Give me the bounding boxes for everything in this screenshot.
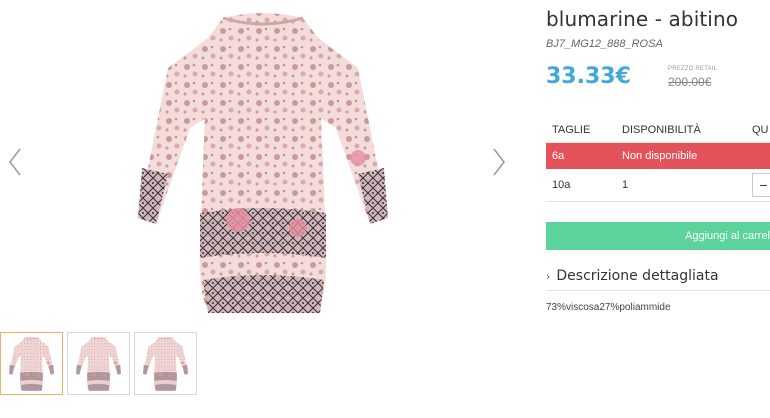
size-table-header: TAGLIE DISPONIBILITÀ QU [546, 118, 770, 143]
column-header-availability: DISPONIBILITÀ [616, 118, 746, 143]
product-sku: BJ7_MG12_888_ROSA [546, 38, 663, 50]
gallery-next-button[interactable] [490, 145, 508, 179]
product-title: blumarine - abitino [546, 7, 739, 31]
chevron-right-icon: › [546, 270, 551, 283]
add-to-cart-button[interactable]: Aggiungi al carrel [546, 222, 770, 250]
quantity-decrement-button[interactable]: − [752, 173, 770, 197]
thumbnail-2[interactable] [67, 332, 130, 395]
detailed-description-toggle[interactable]: › Descrizione dettagliata [546, 268, 770, 291]
lace-print-dress-image[interactable] [128, 8, 398, 320]
thumbnail-3[interactable] [134, 332, 197, 395]
chevron-right-icon [493, 148, 505, 176]
size-value: 10a [546, 169, 616, 202]
column-header-sizes: TAGLIE [546, 118, 616, 143]
chevron-left-icon [9, 148, 21, 176]
gallery-prev-button[interactable] [6, 145, 24, 179]
product-price: 33.33€ [546, 64, 631, 89]
size-row: 10a 1 − [546, 169, 770, 202]
thumbnail-1[interactable] [0, 332, 63, 395]
product-gallery [0, 0, 520, 418]
retail-price-label: PREZZO RETAIL [668, 66, 718, 72]
size-row: 6a Non disponibile [546, 142, 770, 169]
column-header-quantity: QU [746, 118, 770, 143]
availability-value: 1 [616, 169, 746, 202]
detailed-description-label: Descrizione dettagliata [556, 268, 719, 284]
availability-value: Non disponibile [616, 142, 746, 169]
material-composition: 73%viscosa27%poliammide [546, 302, 671, 313]
product-details: blumarine - abitino BJ7_MG12_888_ROSA 33… [546, 0, 770, 418]
thumbnail-strip [0, 332, 197, 395]
retail-price: 200.00€ [668, 75, 712, 89]
size-availability-table: TAGLIE DISPONIBILITÀ QU 6a Non disponibi… [546, 118, 770, 202]
size-value: 6a [546, 142, 616, 169]
